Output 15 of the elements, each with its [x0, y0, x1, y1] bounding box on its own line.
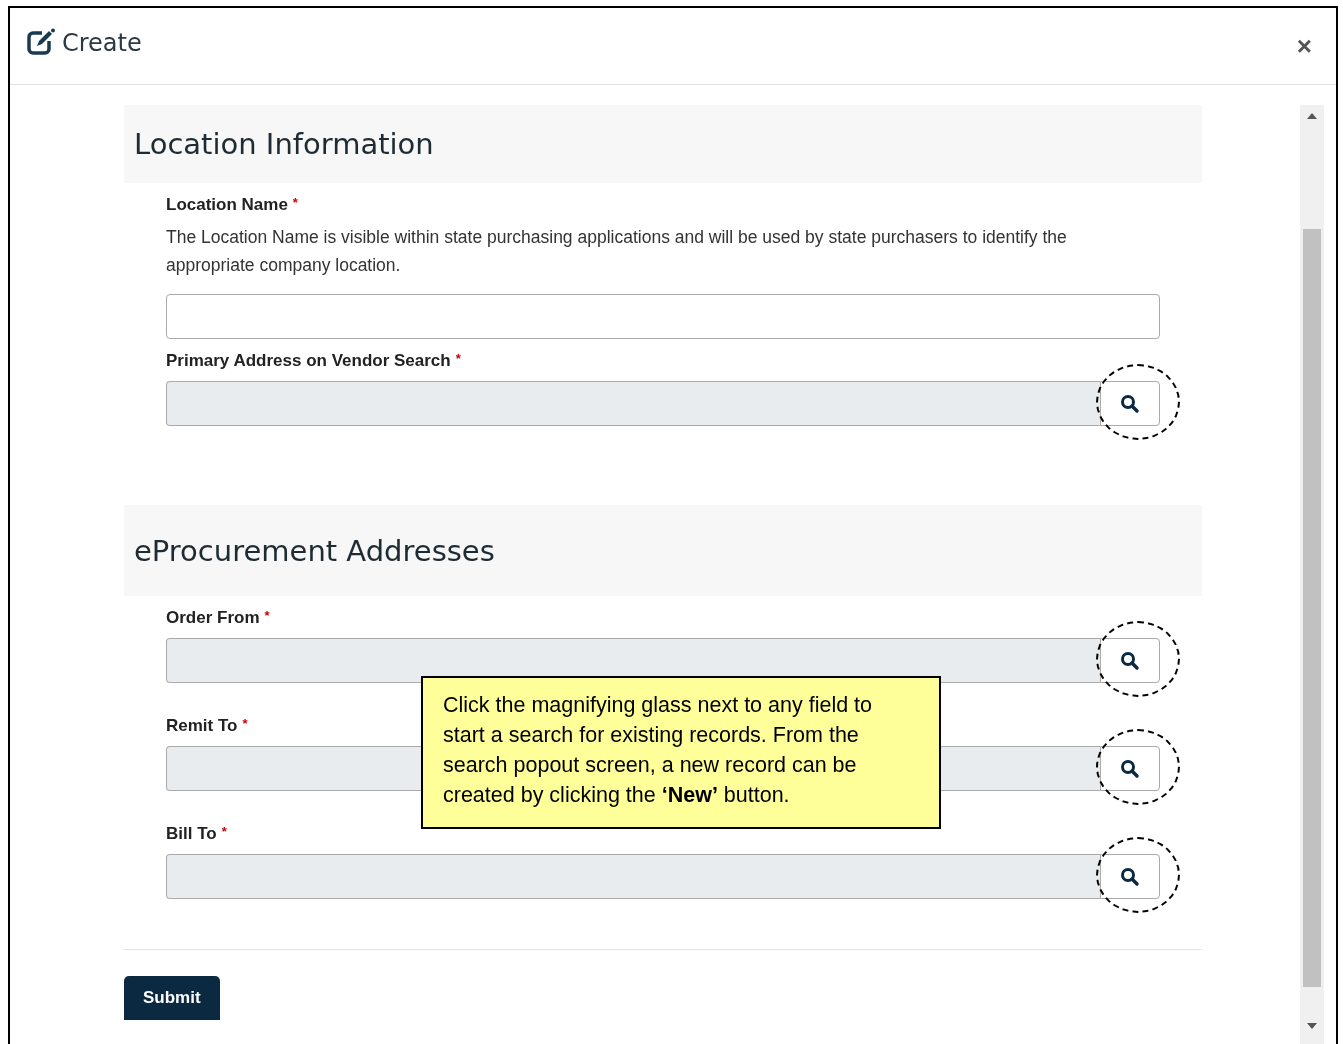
required-marker: * [292, 195, 298, 212]
required-marker: * [264, 608, 270, 625]
field-label: Location Name [166, 195, 288, 215]
section-header: eProcurement Addresses [124, 505, 1202, 596]
callout-tooltip: Click the magnifying glass next to any field to start a search for existing records. From the search popout screen, a new record can be created by clicking the ‘New’ button. [421, 676, 941, 829]
field-label: Order From [166, 608, 260, 628]
required-marker: * [455, 351, 461, 368]
field-label: Bill To [166, 824, 217, 844]
field-label: Primary Address on Vendor Search [166, 351, 451, 371]
dialog-title: Create [62, 29, 142, 57]
help-text: The Location Name is visible within state purchasing applications and will be used by state purchasers to identify the appropriate company location. [166, 226, 1068, 277]
required-marker: * [221, 824, 227, 841]
required-marker: * [242, 716, 248, 733]
field-label: Remit To [166, 716, 238, 736]
section-header: Location Information [124, 105, 1202, 183]
